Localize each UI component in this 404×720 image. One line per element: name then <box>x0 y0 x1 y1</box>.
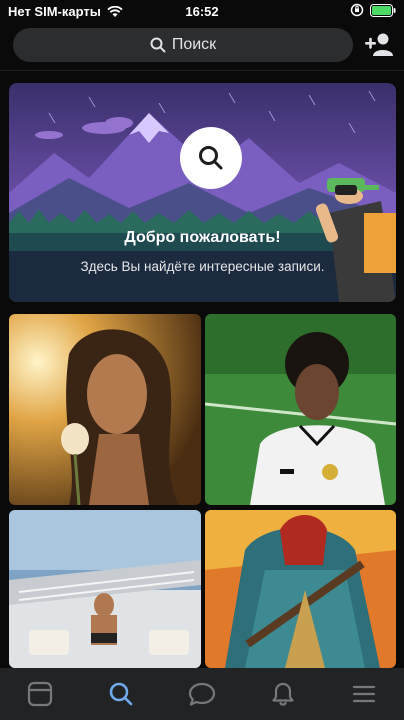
welcome-banner[interactable]: Добро пожаловать! Здесь Вы найдёте интер… <box>9 83 396 302</box>
menu-icon <box>352 685 375 703</box>
photo-tile-yacht[interactable] <box>9 510 201 668</box>
search-icon <box>199 146 223 170</box>
bell-icon <box>272 682 294 706</box>
photo-tile-woman[interactable] <box>9 314 201 505</box>
battery-icon <box>370 3 396 17</box>
photo-tile-artwork[interactable] <box>205 510 396 668</box>
yacht-photo <box>9 510 201 668</box>
search-placeholder: Поиск <box>171 36 217 53</box>
newsfeed-icon <box>28 681 53 707</box>
footballer-photo <box>205 314 396 505</box>
artwork-photo <box>205 510 396 668</box>
clock: 16:52 <box>185 4 219 19</box>
tab-notifications[interactable] <box>263 674 303 714</box>
tab-feed[interactable] <box>20 674 60 714</box>
tab-messages[interactable] <box>182 674 222 714</box>
search-icon <box>109 682 133 706</box>
search-row: Поиск <box>0 28 404 64</box>
search-input[interactable]: Поиск <box>13 28 353 62</box>
tab-bar <box>0 668 404 720</box>
banner-subtitle: Здесь Вы найдёте интересные записи. <box>80 259 325 274</box>
woman-photo <box>9 314 201 505</box>
photo-tile-footballer[interactable] <box>205 314 396 505</box>
search-icon <box>150 37 166 53</box>
banner-search-button[interactable] <box>180 127 242 189</box>
header-divider <box>0 70 404 71</box>
banner-title: Добро пожаловать! <box>124 229 281 246</box>
chat-icon <box>188 682 216 706</box>
add-friend-icon[interactable] <box>364 32 394 58</box>
tab-menu[interactable] <box>344 674 384 714</box>
orientation-lock-icon <box>350 3 364 17</box>
status-bar: Нет SIM-карты 16:52 <box>0 0 404 24</box>
tab-search[interactable] <box>101 674 141 714</box>
